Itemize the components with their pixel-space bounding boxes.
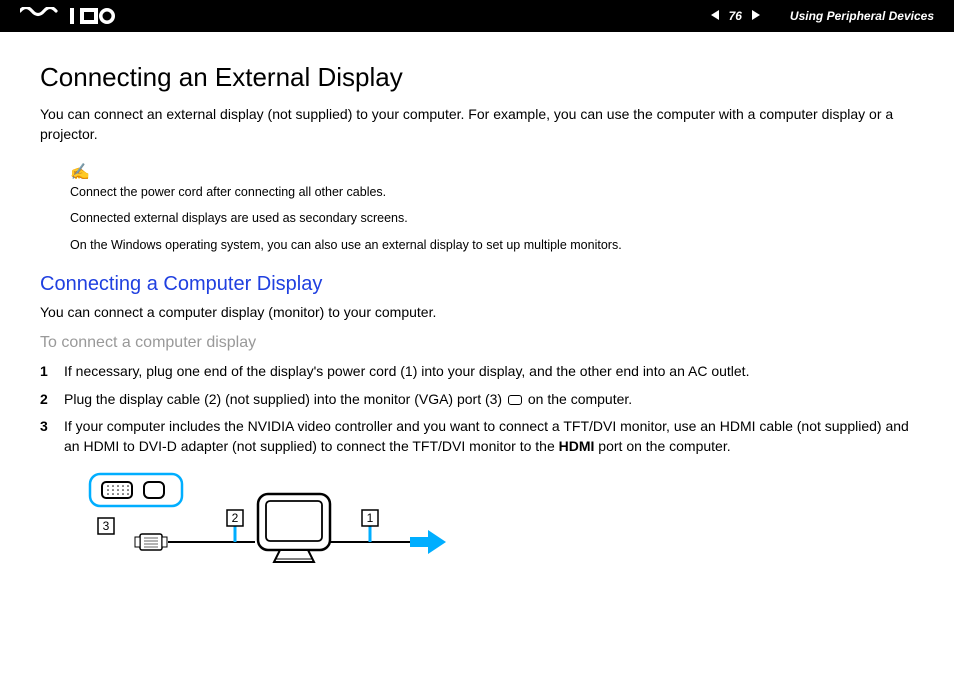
steps-list: If necessary, plug one end of the displa… [40, 362, 914, 456]
section-label: Using Peripheral Devices [790, 9, 934, 23]
monitor-icon [258, 494, 330, 562]
procedure-title: To connect a computer display [40, 334, 914, 352]
next-page-arrow[interactable] [750, 9, 762, 24]
step-text: Plug the display cable (2) (not supplied… [64, 390, 914, 410]
note-line-1: Connect the power cord after connecting … [70, 184, 914, 200]
step-3: If your computer includes the NVIDIA vid… [40, 417, 914, 456]
vaio-logo [20, 7, 115, 25]
page-title: Connecting an External Display [40, 62, 914, 93]
step-text: If your computer includes the NVIDIA vid… [64, 417, 914, 456]
diagram-label-1: 1 [367, 511, 374, 525]
diagram-label-3: 3 [103, 519, 110, 533]
diagram-label-2: 2 [232, 511, 239, 525]
note-line-3: On the Windows operating system, you can… [70, 237, 914, 253]
prev-page-arrow[interactable] [709, 9, 721, 24]
subsection-title: Connecting a Computer Display [40, 273, 914, 296]
note-block: ✍ Connect the power cord after connectin… [70, 162, 914, 253]
note-icon: ✍ [70, 162, 90, 182]
header-bar: 76 Using Peripheral Devices [0, 0, 954, 32]
intro-text: You can connect an external display (not… [40, 105, 914, 144]
step-1: If necessary, plug one end of the displa… [40, 362, 914, 382]
page-number: 76 [729, 9, 742, 23]
subsection-intro: You can connect a computer display (moni… [40, 304, 914, 320]
note-line-2: Connected external displays are used as … [70, 210, 914, 226]
step-2: Plug the display cable (2) (not supplied… [40, 390, 914, 410]
arrow-icon [410, 530, 446, 554]
vga-port-icon [508, 395, 522, 405]
connection-diagram: 3 2 [80, 466, 914, 581]
page-content: Connecting an External Display You can c… [0, 32, 954, 601]
vga-plug-icon [135, 534, 167, 550]
step-text: If necessary, plug one end of the displa… [64, 362, 914, 382]
